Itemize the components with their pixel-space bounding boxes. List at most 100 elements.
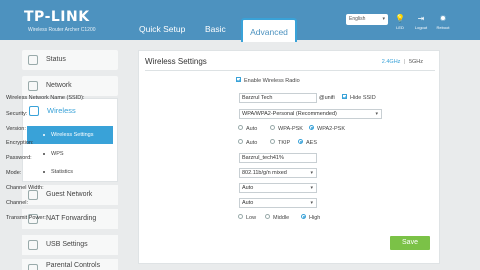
led-button[interactable]: 💡 LED: [391, 14, 409, 30]
ssid-suffix: @unifi: [319, 95, 335, 101]
band-24ghz-link[interactable]: 2.4GHz: [382, 59, 401, 65]
radio-icon: [270, 139, 275, 145]
top-header: TP-LINK Wireless Router Archer C1200 Qui…: [0, 0, 480, 42]
radio-label: Middle: [273, 215, 290, 221]
password-input[interactable]: Barzrul_tech41%: [239, 153, 317, 163]
channel-width-label: Channel Width:: [6, 185, 44, 191]
radio-selected-icon: [309, 125, 314, 131]
mode-value: 802.11b/g/n mixed: [242, 170, 287, 176]
chevron-down-icon: ▾: [382, 16, 385, 22]
sidebar-item-label: Guest Network: [46, 191, 93, 198]
network-icon: [28, 81, 38, 91]
security-select[interactable]: WPA/WPA2-Personal (Recommended) ▾: [239, 109, 382, 119]
status-icon: [28, 55, 38, 65]
sidebar-item-label: Wireless: [47, 106, 76, 115]
channel-label: Channel:: [6, 200, 29, 206]
radio-label: Auto: [246, 140, 258, 146]
sidebar-item-label: Status: [46, 56, 66, 63]
reboot-button[interactable]: ✹ Reboot: [434, 14, 452, 30]
sidebar-subitem-wireless-settings[interactable]: Wireless Settings: [27, 126, 113, 144]
radio-label: WPA-PSK: [278, 126, 303, 132]
password-label: Password:: [6, 155, 32, 161]
channel-value: Auto: [242, 200, 254, 206]
band-5ghz-link[interactable]: 5GHz: [409, 59, 423, 65]
security-label: Security:: [6, 111, 28, 117]
power-radio-low[interactable]: Low: [238, 213, 256, 223]
enable-wireless-radio-checkbox[interactable]: Enable Wireless Radio: [236, 76, 300, 86]
sidebar-item-label: NAT Forwarding: [46, 215, 97, 222]
radio-selected-icon: [298, 139, 303, 145]
logout-icon: ⇥: [417, 14, 425, 23]
radio-icon: [270, 125, 275, 131]
router-model: Wireless Router Archer C1200: [28, 27, 96, 33]
sidebar-subitem-statistics[interactable]: Statistics: [23, 163, 117, 181]
radio-label: Low: [246, 215, 257, 221]
sidebar-item-status[interactable]: Status: [22, 50, 118, 70]
radio-icon: [238, 214, 243, 220]
channel-width-value: Auto: [242, 185, 254, 191]
bullet-icon: [43, 153, 45, 155]
chevron-down-icon: ▾: [310, 200, 313, 206]
usb-icon: [28, 240, 38, 250]
password-value: Barzrul_tech41%: [242, 155, 284, 161]
encryption-radio-tkip[interactable]: TKIP: [270, 138, 290, 148]
language-select[interactable]: English ▾: [346, 14, 388, 25]
sidebar-subitem-wps[interactable]: WPS: [23, 145, 117, 163]
encryption-radio-aes[interactable]: AES: [298, 138, 317, 148]
chevron-down-icon: ▾: [310, 170, 313, 176]
band-switcher: 2.4GHz | 5GHz: [382, 59, 423, 65]
save-button[interactable]: Save: [390, 236, 430, 250]
bullet-icon: [43, 171, 45, 173]
reboot-label: Reboot: [436, 25, 450, 30]
channel-select[interactable]: Auto ▾: [239, 198, 317, 208]
radio-icon: [265, 214, 270, 220]
sidebar-item-parental-controls[interactable]: Parental Controls: [22, 259, 118, 270]
ssid-input[interactable]: Barzrul Tech: [239, 93, 317, 103]
radio-label: AES: [306, 140, 318, 146]
ssid-value: Barzrul Tech: [242, 95, 273, 101]
logout-label: Logout: [414, 25, 428, 30]
encryption-label: Encryption:: [6, 140, 34, 146]
radio-label: WPA2-PSK: [317, 126, 346, 132]
subitem-label: Statistics: [51, 169, 74, 175]
radio-selected-icon: [301, 214, 306, 220]
chevron-down-icon: ▾: [310, 185, 313, 191]
tab-quick-setup[interactable]: Quick Setup: [139, 24, 185, 34]
subitem-label: Wireless Settings: [51, 132, 94, 138]
tab-basic[interactable]: Basic: [205, 24, 226, 34]
chevron-down-icon: ▾: [375, 111, 378, 117]
wifi-icon: [29, 106, 39, 116]
band-separator: |: [403, 59, 406, 65]
sidebar-item-usb-settings[interactable]: USB Settings: [22, 235, 118, 255]
reboot-icon: ✹: [439, 14, 447, 23]
page-title: Wireless Settings: [145, 57, 207, 66]
channel-width-select[interactable]: Auto ▾: [239, 183, 317, 193]
radio-label: Auto: [246, 126, 258, 132]
parental-icon: [28, 264, 38, 270]
tab-advanced[interactable]: Advanced: [241, 18, 297, 42]
version-radio-wpa2-psk[interactable]: WPA2-PSK: [309, 124, 345, 134]
security-value: WPA/WPA2-Personal (Recommended): [242, 111, 337, 117]
power-radio-high[interactable]: High: [301, 213, 320, 223]
led-icon: 💡: [395, 14, 405, 23]
sidebar-item-label: USB Settings: [46, 241, 88, 248]
checkbox-checked-icon: [342, 94, 347, 100]
enable-radio-label: Enable Wireless Radio: [244, 78, 300, 84]
hide-ssid-label: Hide SSID: [350, 95, 376, 101]
mode-label: Mode:: [6, 170, 22, 176]
encryption-radio-auto[interactable]: Auto: [238, 138, 257, 148]
version-radio-wpa-psk[interactable]: WPA-PSK: [270, 124, 303, 134]
version-radio-auto[interactable]: Auto: [238, 124, 257, 134]
logout-button[interactable]: ⇥ Logout: [412, 14, 430, 30]
power-radio-middle[interactable]: Middle: [265, 213, 289, 223]
mode-select[interactable]: 802.11b/g/n mixed ▾: [239, 168, 317, 178]
radio-label: High: [309, 215, 321, 221]
transmit-power-label: Transmit Power:: [6, 215, 46, 221]
bullet-icon: [43, 134, 45, 136]
checkbox-checked-icon: [236, 77, 241, 83]
sidebar-item-label: Network: [46, 82, 72, 89]
brand-logo: TP-LINK: [24, 9, 90, 25]
radio-icon: [238, 139, 243, 145]
sidebar-item-label: Parental Controls: [46, 262, 101, 269]
hide-ssid-checkbox[interactable]: Hide SSID: [342, 93, 376, 103]
